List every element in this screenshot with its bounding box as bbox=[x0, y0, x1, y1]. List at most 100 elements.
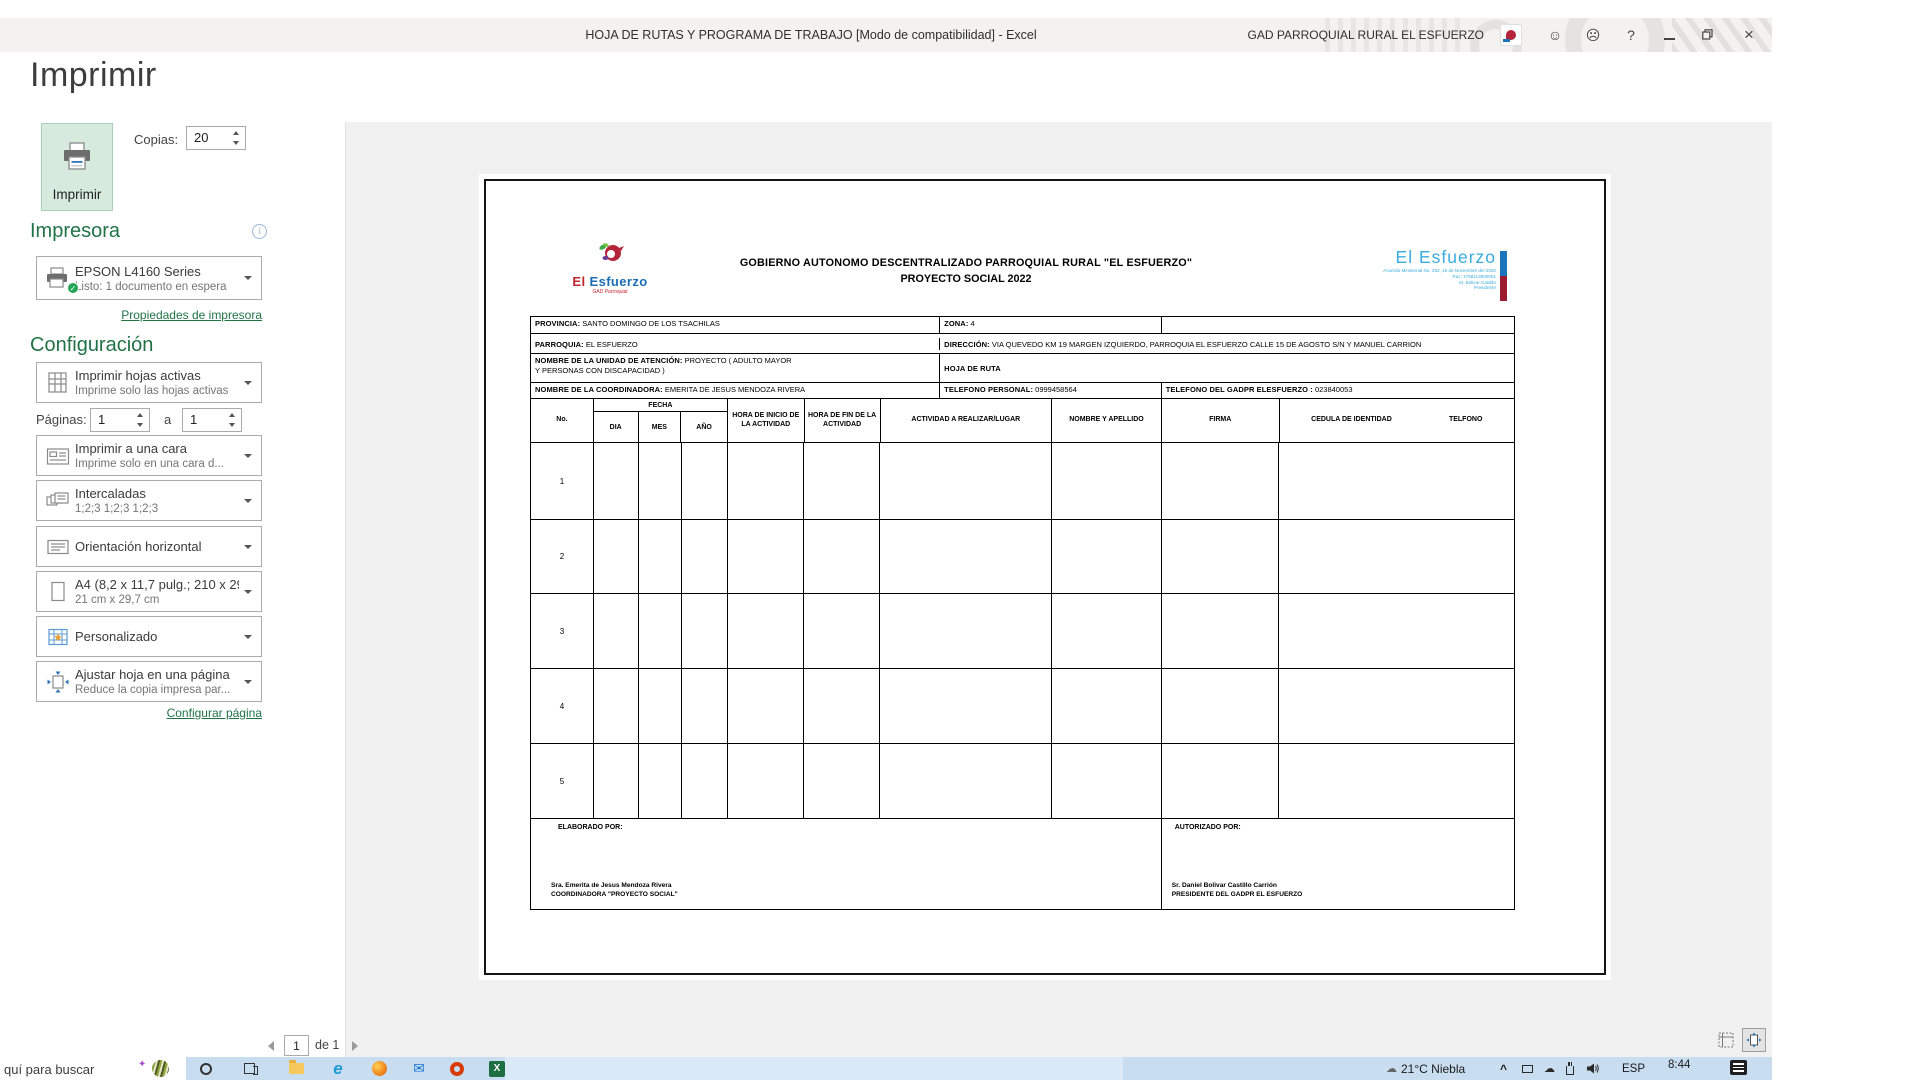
page-setup-link[interactable]: Configurar página bbox=[36, 706, 262, 720]
table-row: 2 bbox=[531, 520, 1514, 594]
col-hora-inicio: HORA DE INICIO DE LA ACTIVIDAD bbox=[728, 399, 805, 442]
close-button[interactable]: × bbox=[1726, 25, 1772, 45]
parroquia-value: EL ESFUERZO bbox=[586, 340, 638, 349]
col-telefono: TELFONO bbox=[1449, 416, 1482, 425]
display-tray-icon[interactable] bbox=[1522, 1057, 1533, 1080]
taskbar-window-button[interactable] bbox=[505, 1057, 1123, 1080]
cortana-icon[interactable] bbox=[193, 1057, 219, 1080]
printer-name: EPSON L4160 Series bbox=[75, 264, 227, 279]
restore-button[interactable] bbox=[1688, 27, 1726, 43]
mail-icon[interactable]: ✉ bbox=[406, 1057, 432, 1080]
language-indicator[interactable]: ESP bbox=[1622, 1057, 1645, 1080]
task-view-icon[interactable] bbox=[236, 1057, 262, 1080]
direccion-label: DIRECCIÓN: bbox=[944, 340, 990, 349]
print-active-sheets-icon bbox=[41, 370, 75, 396]
internet-explorer-icon[interactable]: e bbox=[325, 1057, 351, 1080]
account-avatar[interactable] bbox=[1500, 24, 1522, 46]
usb-tray-icon[interactable] bbox=[1566, 1057, 1574, 1080]
printer-properties-link[interactable]: Propiedades de impresora bbox=[36, 308, 262, 322]
tel-gadpr-value: 023840053 bbox=[1315, 385, 1353, 394]
elaborado-role: COORDINADORA "PROYECTO SOCIAL" bbox=[551, 890, 678, 899]
chevron-down-icon bbox=[244, 499, 252, 503]
gad-emblem-icon bbox=[592, 241, 628, 269]
pages-to-spinner[interactable] bbox=[226, 409, 238, 431]
print-what-select[interactable]: Imprimir hojas activas Imprime solo las … bbox=[36, 362, 262, 403]
col-actividad: ACTIVIDAD A REALIZAR/LUGAR bbox=[881, 399, 1053, 442]
office-icon[interactable] bbox=[444, 1057, 470, 1080]
search-placeholder: quí para buscar bbox=[4, 1062, 94, 1077]
cloud-tray-icon[interactable]: ☁ bbox=[1544, 1057, 1555, 1080]
unidad-label: NOMBRE DE LA UNIDAD DE ATENCIÓN: bbox=[535, 356, 683, 365]
page-number-input[interactable] bbox=[284, 1035, 309, 1056]
table-row: 1 bbox=[531, 443, 1514, 520]
table-row: 4 bbox=[531, 669, 1514, 744]
printer-select[interactable]: ✓ EPSON L4160 Series Listo: 1 documento … bbox=[36, 256, 262, 300]
dropdown-main-label: Imprimir a una cara bbox=[75, 441, 224, 456]
sheet-border: El Esfuerzo GAD Parroquial GOBIERNO AUTO… bbox=[484, 179, 1606, 975]
pages-to-input[interactable]: 1 bbox=[182, 408, 242, 432]
row-number: 5 bbox=[531, 744, 594, 818]
route-table-header: No. FECHA DIA MES AÑO HORA DE INICIO DE … bbox=[531, 399, 1514, 443]
col-dia: DIA bbox=[594, 412, 639, 442]
pages-separator: a bbox=[164, 412, 171, 427]
volume-icon[interactable] bbox=[1586, 1057, 1600, 1080]
logo-right-name: El Esfuerzo bbox=[1306, 247, 1496, 268]
minimize-button[interactable] bbox=[1650, 27, 1688, 43]
next-page-arrow[interactable] bbox=[352, 1041, 358, 1051]
file-explorer-icon[interactable] bbox=[283, 1057, 309, 1080]
orientation-select[interactable]: Orientación horizontal bbox=[36, 526, 262, 567]
printer-icon bbox=[60, 140, 94, 174]
print-button[interactable]: Imprimir bbox=[41, 123, 113, 211]
clock[interactable]: 8:44 bbox=[1668, 1057, 1690, 1080]
weather-widget[interactable]: ☁ 21°C Niebla bbox=[1386, 1057, 1465, 1080]
weather-text: 21°C Niebla bbox=[1401, 1062, 1465, 1076]
account-name[interactable]: GAD PARROQUIAL RURAL EL ESFUERZO bbox=[1248, 28, 1485, 42]
autorizado-role: PRESIDENTE DEL GADPR EL ESFUERZO bbox=[1172, 890, 1303, 899]
chevron-down-icon bbox=[244, 635, 252, 639]
gad-logo-right: El Esfuerzo Acuerdo Ministerial No. 352,… bbox=[1306, 247, 1496, 291]
printer-ready-check-icon: ✓ bbox=[67, 282, 79, 294]
logo-left-name: Esfuerzo bbox=[590, 274, 648, 289]
pages-from-spinner[interactable] bbox=[134, 409, 146, 431]
copies-input[interactable]: 20 bbox=[186, 126, 246, 150]
row-number: 4 bbox=[531, 669, 594, 743]
info-icon[interactable]: i bbox=[252, 224, 267, 239]
col-firma: FIRMA bbox=[1162, 399, 1280, 442]
logo-right-bar bbox=[1500, 251, 1507, 301]
feedback-smile-icon[interactable]: ☺ bbox=[1536, 27, 1574, 43]
settings-section-heading: Configuración bbox=[30, 334, 153, 357]
elaborado-name: Sra. Emerita de Jesus Mendoza Rivera bbox=[551, 881, 678, 890]
logo-left-el: El bbox=[572, 274, 589, 289]
landscape-icon bbox=[41, 534, 75, 560]
search-doodle-icon bbox=[152, 1060, 169, 1077]
pages-from-value: 1 bbox=[98, 412, 105, 427]
dropdown-main-label: Orientación horizontal bbox=[75, 539, 201, 554]
zoom-to-page-button[interactable] bbox=[1742, 1028, 1766, 1052]
col-mes: MES bbox=[639, 412, 682, 442]
direccion-value: VIA QUEVEDO KM 19 MARGEN IZQUIERDO, PARR… bbox=[992, 340, 1421, 349]
help-icon[interactable]: ? bbox=[1612, 27, 1650, 43]
hidden-icons-chevron[interactable]: ^ bbox=[1500, 1057, 1507, 1080]
col-ano: AÑO bbox=[681, 412, 727, 442]
zona-label: ZONA: bbox=[944, 319, 968, 328]
taskbar-search-box[interactable]: quí para buscar ✦ bbox=[0, 1057, 186, 1080]
scaling-select[interactable]: Ajustar hoja en una página Reduce la cop… bbox=[36, 661, 262, 702]
col-no: No. bbox=[531, 399, 594, 442]
margins-select[interactable]: Personalizado bbox=[36, 616, 262, 657]
page-count-label: de 1 bbox=[315, 1038, 339, 1052]
dropdown-sub-label: Reduce la copia impresa par... bbox=[75, 684, 230, 696]
dropdown-sub-label: 21 cm x 29,7 cm bbox=[75, 594, 239, 606]
feedback-frown-icon[interactable]: ☹ bbox=[1574, 27, 1612, 44]
pages-from-input[interactable]: 1 bbox=[90, 408, 150, 432]
firefox-icon[interactable] bbox=[366, 1057, 392, 1080]
paper-size-select[interactable]: A4 (8,2 x 11,7 pulg.; 210 x 29... 21 cm … bbox=[36, 571, 262, 612]
logo-left-sub: GAD Parroquial bbox=[550, 289, 670, 295]
previous-page-arrow[interactable] bbox=[268, 1041, 274, 1051]
dropdown-main-label: A4 (8,2 x 11,7 pulg.; 210 x 29... bbox=[75, 577, 239, 592]
show-margins-button[interactable] bbox=[1714, 1028, 1738, 1052]
action-center-icon[interactable] bbox=[1730, 1060, 1747, 1075]
collation-select[interactable]: Intercaladas 1;2;3 1;2;3 1;2;3 bbox=[36, 480, 262, 521]
doodle-sparkle-icon: ✦ bbox=[138, 1059, 146, 1070]
copies-spinner[interactable] bbox=[230, 127, 242, 149]
duplex-select[interactable]: Imprimir a una cara Imprime solo en una … bbox=[36, 435, 262, 476]
